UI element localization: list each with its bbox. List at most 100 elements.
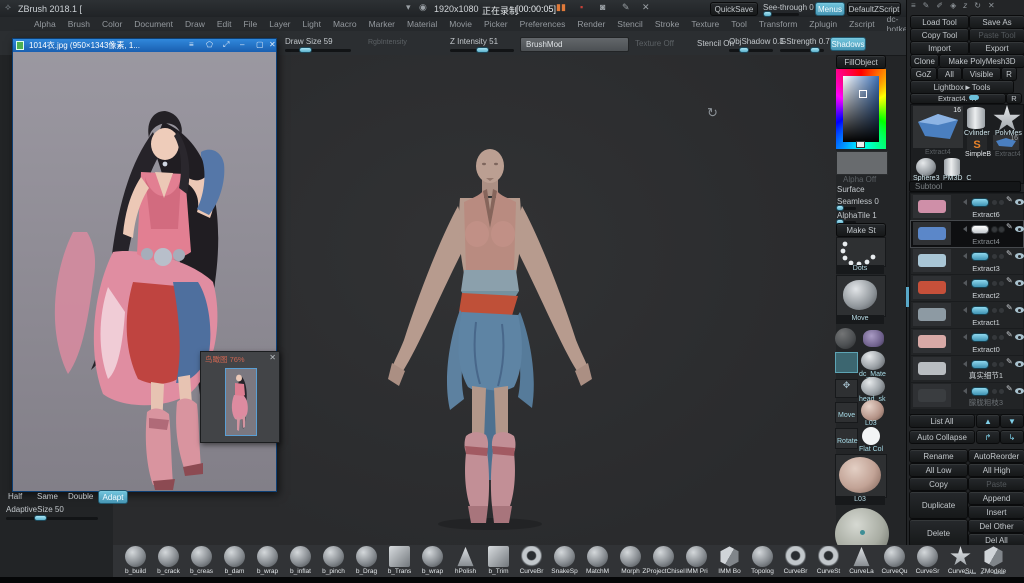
subtool-scroll-indicator[interactable] <box>906 287 909 307</box>
toggle-dot-icon[interactable] <box>998 307 1005 314</box>
brush-item[interactable]: 37 IMM Bo <box>713 545 746 575</box>
material-sphere[interactable] <box>861 400 884 421</box>
edit-pen-icon[interactable] <box>1006 276 1013 285</box>
subtool-up-button[interactable]: ▲ <box>976 414 1000 428</box>
rename-button[interactable]: Rename <box>909 449 968 463</box>
export-button[interactable]: Export <box>969 41 1024 55</box>
material-sphere[interactable] <box>861 351 885 370</box>
menu-item[interactable]: Transform <box>759 19 797 29</box>
toggle-dot-icon[interactable] <box>991 253 998 260</box>
menu-item[interactable]: Edit <box>217 19 232 29</box>
expand-icon[interactable] <box>963 361 967 367</box>
brushmod-slider[interactable]: BrushMod <box>520 37 629 52</box>
subtool-thumbnail[interactable] <box>913 195 951 218</box>
lightbox-tools-button[interactable]: Lightbox►Tools <box>910 80 1014 94</box>
visibility-eye-icon[interactable] <box>1015 361 1024 367</box>
edit-pen-icon[interactable] <box>1006 357 1013 366</box>
visibility-eye-icon[interactable] <box>1015 226 1024 232</box>
expand-icon[interactable] <box>963 280 967 286</box>
duplicate-button[interactable]: Duplicate <box>909 491 968 519</box>
secondary-color-swatch[interactable] <box>836 151 888 175</box>
toggle-dot-icon[interactable] <box>991 280 998 287</box>
surface-label[interactable]: Surface <box>837 185 865 194</box>
brush-thumbnail[interactable] <box>455 546 476 567</box>
brush-thumbnail[interactable] <box>950 546 971 567</box>
subtool-thumbnail[interactable] <box>913 357 951 380</box>
tool-slider[interactable]: Extract4. 47 <box>910 93 1006 104</box>
goz-all-button[interactable]: All <box>937 67 962 81</box>
menu-item[interactable]: Zscript <box>849 19 875 29</box>
brush-thumbnail[interactable] <box>224 546 245 567</box>
visibility-eye-icon[interactable] <box>1015 280 1024 286</box>
expand-icon[interactable] <box>963 388 967 394</box>
del-other-button[interactable]: Del Other <box>968 519 1024 533</box>
chevron-down-icon[interactable]: ▾ <box>406 2 411 13</box>
expand-icon[interactable] <box>963 226 967 232</box>
double-button[interactable]: Double <box>68 492 93 501</box>
append-button[interactable]: Append <box>968 491 1024 505</box>
brush-thumbnail[interactable]: 37 <box>719 546 740 567</box>
brush-item[interactable]: Topolog <box>746 545 779 575</box>
see-through-slider[interactable] <box>763 13 799 16</box>
menu-item[interactable]: Material <box>407 19 437 29</box>
polypaint-toggle[interactable] <box>971 360 989 369</box>
navigator-popup[interactable]: 鸟瞰图 76% ✕ <box>200 351 280 443</box>
brush-item[interactable]: b_build <box>119 545 152 575</box>
expand-arrow-button[interactable]: ↳ <box>1000 430 1024 444</box>
polypaint-toggle[interactable] <box>971 198 989 207</box>
cylinder-tool-thumbnail[interactable] <box>967 107 985 129</box>
alpha-off-label[interactable]: Alpha Off <box>843 175 876 184</box>
subtool-row[interactable]: Extract4 <box>911 221 1023 247</box>
sphere3-thumbnail[interactable] <box>916 158 936 176</box>
toggle-dot-icon[interactable] <box>998 199 1005 206</box>
auto-collapse-button[interactable]: Auto Collapse <box>909 430 975 444</box>
active-tool-thumbnail[interactable]: 16 <box>913 106 963 148</box>
quicksave-button[interactable]: QuickSave <box>710 2 758 16</box>
menu-item[interactable]: Macro <box>333 19 357 29</box>
brush-doc-icon[interactable]: ✎ <box>923 1 930 10</box>
brush-thumbnail[interactable] <box>191 546 212 567</box>
menu-item[interactable]: Stroke <box>655 19 680 29</box>
refresh-icon[interactable]: ↻ <box>974 1 981 10</box>
goz-button[interactable]: GoZ <box>910 67 937 81</box>
adaptive-size-slider[interactable] <box>6 517 98 520</box>
brush-item[interactable]: b_wrap <box>416 545 449 575</box>
subtool-row[interactable]: 真实细节1 <box>911 356 1023 382</box>
half-button[interactable]: Half <box>8 492 22 501</box>
brush-thumbnail[interactable] <box>422 546 443 567</box>
brush-item[interactable]: b_inflat <box>284 545 317 575</box>
subtool-row[interactable]: 朦胧粗枝3 <box>911 383 1023 409</box>
gstrength-slider[interactable] <box>780 49 824 52</box>
menu-item[interactable]: Picker <box>484 19 508 29</box>
brush-thumbnail[interactable] <box>851 546 872 567</box>
rotate-tool-icon[interactable]: Rotate <box>835 428 858 449</box>
all-low-button[interactable]: All Low <box>909 463 968 477</box>
menu-item[interactable]: Document <box>134 19 173 29</box>
insert-button[interactable]: Insert <box>968 505 1024 519</box>
brush-thumbnail[interactable] <box>356 546 377 567</box>
alphatile-slider[interactable]: AlphaTile 1 <box>837 211 877 220</box>
material-preview[interactable] <box>835 454 887 498</box>
goz-r-button[interactable]: R <box>1001 67 1017 81</box>
stop-record-icon[interactable]: ▪ <box>580 2 583 12</box>
selected-material-tile[interactable] <box>835 352 858 373</box>
toggle-dot-icon[interactable] <box>998 388 1005 395</box>
menu-item[interactable]: Zplugin <box>809 19 837 29</box>
delete-button[interactable]: Delete <box>909 519 968 547</box>
toggle-dot-icon[interactable] <box>998 280 1005 287</box>
brush-thumbnail[interactable] <box>521 546 542 567</box>
subtool-down-button[interactable]: ▼ <box>1000 414 1024 428</box>
brush-thumbnail[interactable] <box>917 546 938 567</box>
fill-object-button[interactable]: FillObject <box>836 55 886 69</box>
menu-item[interactable]: Color <box>102 19 122 29</box>
flat-color-material[interactable] <box>862 427 880 445</box>
collapse-arrow-button[interactable]: ↱ <box>976 430 1000 444</box>
brush-thumbnail[interactable] <box>818 546 839 567</box>
navigator-close-icon[interactable]: ✕ <box>269 353 276 362</box>
brush-thumbnail[interactable] <box>836 275 886 317</box>
texture-thumbnail[interactable] <box>835 328 856 349</box>
toggle-dot-icon[interactable] <box>991 361 998 368</box>
expand-icon[interactable] <box>963 199 967 205</box>
menu-item[interactable]: Render <box>577 19 605 29</box>
paste-tool-button[interactable]: Paste Tool <box>969 28 1024 42</box>
